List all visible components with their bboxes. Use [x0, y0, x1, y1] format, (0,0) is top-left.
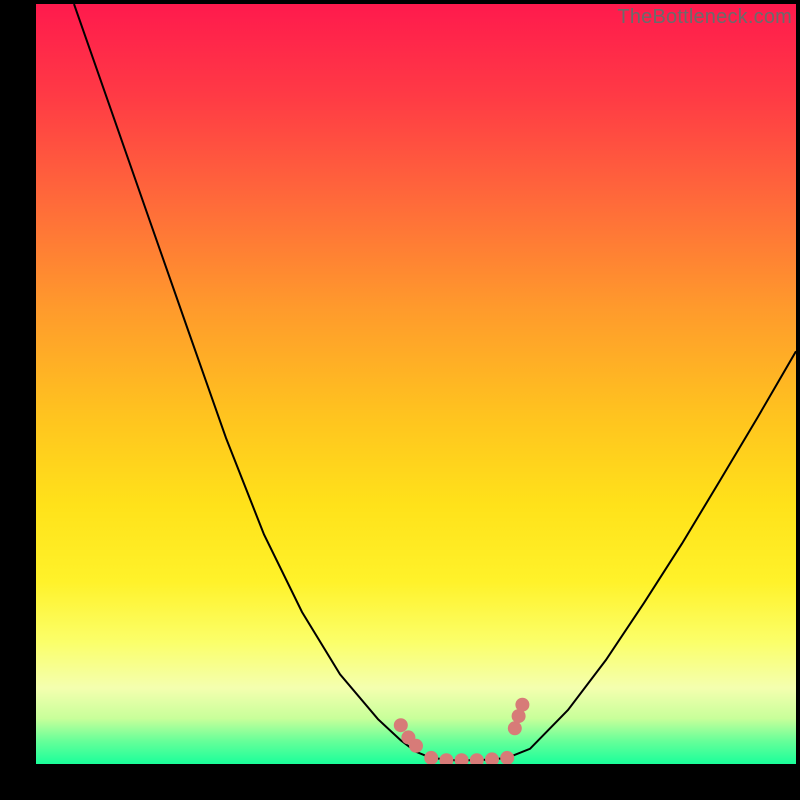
valley-marker — [508, 721, 522, 735]
valley-marker — [424, 751, 438, 764]
bottleneck-curve-right — [507, 351, 796, 758]
watermark-text: TheBottleneck.com — [617, 6, 792, 29]
valley-marker — [515, 698, 529, 712]
curve-layer — [36, 4, 796, 764]
plot-area — [36, 4, 796, 764]
valley-marker — [409, 739, 423, 753]
bottleneck-curve-left — [74, 4, 431, 758]
valley-marker — [470, 753, 484, 764]
valley-marker — [439, 753, 453, 764]
chart-frame: TheBottleneck.com — [0, 0, 800, 800]
valley-markers — [394, 698, 530, 764]
valley-marker — [455, 753, 469, 764]
valley-marker — [485, 752, 499, 764]
valley-marker — [394, 718, 408, 732]
valley-marker — [500, 751, 514, 764]
